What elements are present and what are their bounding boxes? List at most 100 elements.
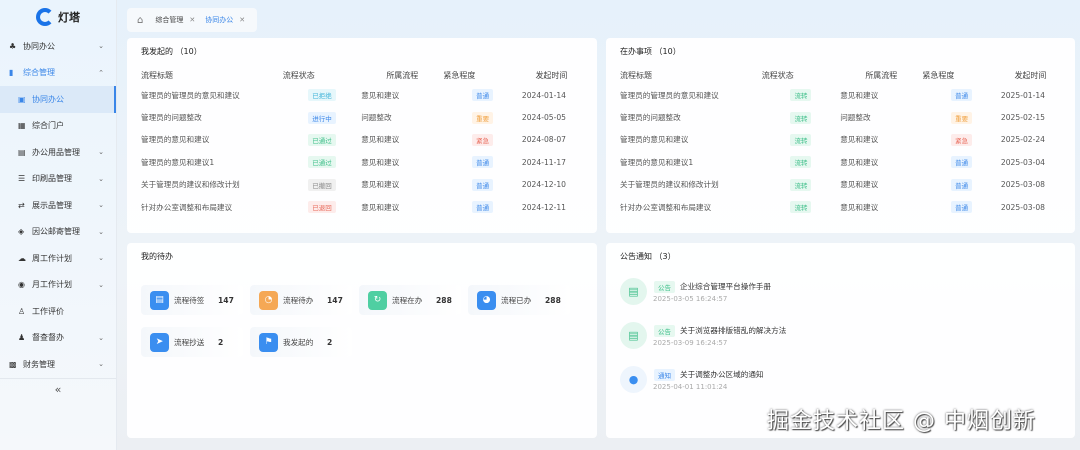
urgency-badge: 普通 [951, 178, 973, 191]
sidebar-item[interactable]: ☁ 周工作计划 ⌄ [0, 245, 116, 272]
table-row[interactable]: 针对办公室调整和布局建议 已退回 意见和建议 普通 2024-12-11 [141, 196, 581, 218]
todo-tile[interactable]: ▤ 流程待签 147 [141, 285, 243, 315]
status-badge: 已退回 [308, 201, 336, 214]
grid-icon: ▦ [18, 121, 26, 131]
table-row[interactable]: 管理员的意见和建议1 流转 意见和建议 普通 2025-03-04 [620, 151, 1060, 173]
todo-tile[interactable]: ◕ 流程已办 288 [468, 285, 570, 315]
table-row[interactable]: 管理员的意见和建议1 已通过 意见和建议 普通 2024-11-17 [141, 151, 581, 173]
table-row[interactable]: 管理员的意见和建议 流转 意见和建议 紧急 2025-02-24 [620, 129, 1060, 151]
todo-tile[interactable]: ◔ 流程待办 147 [250, 285, 352, 315]
sidebar-item-label: 月工作计划 [32, 280, 72, 290]
table-header: 流程标题 流程状态 所属流程 紧急程度 发起时间 [141, 66, 581, 84]
list-icon: ☰ [18, 174, 26, 184]
sidebar-item[interactable]: ♣ 协同办公 ⌄ [0, 33, 116, 60]
tab-comprehensive[interactable]: 综合管理 [155, 15, 183, 25]
chevron-icon: ⌄ [98, 42, 104, 51]
column-header: 流程标题 [141, 70, 173, 80]
table-row[interactable]: 管理员的管理员的意见和建议 流转 意见和建议 普通 2025-01-14 [620, 84, 1060, 106]
user-add-icon: ♟ [18, 333, 26, 343]
doc-icon: ▣ [18, 94, 26, 104]
home-icon[interactable]: ⌂ [137, 15, 143, 26]
table-row[interactable]: 针对办公室调整和布局建议 流转 意见和建议 普通 2025-03-08 [620, 196, 1060, 218]
tab-bar: ⌂ 综合管理 ✕ 协同办公 ✕ [127, 8, 257, 32]
sidebar-item[interactable]: ▮ 综合管理 ⌃ [0, 60, 116, 87]
wallet-icon: ▩ [9, 359, 17, 369]
column-header: 流程状态 [282, 70, 315, 80]
row-flow: 意见和建议 [840, 135, 879, 145]
tile-label: 流程抄送 [174, 337, 205, 347]
row-title[interactable]: 针对办公室调整和布局建议 [141, 196, 283, 218]
row-date: 2025-03-04 [1000, 157, 1046, 167]
app-name: 灯塔 [58, 10, 80, 24]
collapse-sidebar-button[interactable]: « [0, 377, 116, 400]
notice-title[interactable]: 关于调整办公区域的通知 [680, 369, 764, 380]
notice-title[interactable]: 企业综合管理平台操作手册 [680, 281, 771, 292]
swap-icon: ⇄ [18, 200, 25, 210]
close-icon[interactable]: ✕ [189, 16, 195, 24]
table-row[interactable]: 管理员的意见和建议 已通过 意见和建议 紧急 2024-08-07 [141, 129, 581, 151]
row-title[interactable]: 管理员的意见和建议 [620, 129, 762, 151]
flag-icon: ⚑ [259, 332, 278, 352]
user-icon: ♙ [18, 306, 26, 316]
row-date: 2025-02-24 [1000, 135, 1046, 145]
table-row[interactable]: 关于管理员的建议和修改计划 流转 意见和建议 普通 2025-03-08 [620, 174, 1060, 196]
sidebar-item-label: 印刷品管理 [32, 174, 72, 184]
table-row[interactable]: 管理员的问题整改 流转 问题整改 重要 2025-02-15 [620, 106, 1060, 128]
sidebar-item[interactable]: ▤ 办公用品管理 ⌄ [0, 139, 116, 166]
chevron-icon: ⌄ [98, 280, 104, 289]
sidebar-item-label: 协同办公 [32, 94, 64, 104]
row-title[interactable]: 针对办公室调整和布局建议 [620, 196, 762, 218]
close-icon[interactable]: ✕ [239, 16, 245, 24]
card-title: 公告通知 （3） [620, 252, 676, 261]
table-row[interactable]: 关于管理员的建议和修改计划 已撤回 意见和建议 普通 2024-12-10 [141, 174, 581, 196]
sidebar-item-label: 因公邮寄管理 [32, 227, 80, 237]
notice-title[interactable]: 关于浏览器排版错乱的解决方法 [680, 325, 786, 336]
tile-label: 我发起的 [283, 337, 314, 347]
row-title[interactable]: 关于管理员的建议和修改计划 [141, 174, 283, 196]
table-row[interactable]: 管理员的管理员的意见和建议 已拒绝 意见和建议 普通 2024-01-14 [141, 84, 581, 106]
sidebar-item[interactable]: ♙ 工作评价 [0, 298, 116, 325]
document-icon: ▤ [620, 278, 647, 305]
row-title[interactable]: 管理员的意见和建议1 [141, 151, 283, 173]
row-title[interactable]: 管理员的意见和建议 [141, 129, 283, 151]
column-header: 发起时间 [535, 70, 568, 80]
sidebar-item[interactable]: ◉ 月工作计划 ⌄ [0, 272, 116, 299]
sidebar-item[interactable]: ◈ 因公邮寄管理 ⌄ [0, 219, 116, 246]
row-title[interactable]: 管理员的意见和建议1 [620, 151, 762, 173]
check-clock-icon: ◕ [477, 290, 496, 310]
inprogress-table: 流程标题 流程状态 所属流程 紧急程度 发起时间 管理员的管理员的意见和建议 流转 意见和建议… [620, 66, 1060, 218]
notice-date: 2025-03-09 16:24:57 [653, 339, 728, 347]
row-title[interactable]: 管理员的管理员的意见和建议 [620, 84, 762, 106]
notice-item[interactable]: ▤ 公告 企业综合管理平台操作手册 2025-03-05 16:24:57 [620, 278, 1020, 318]
chevron-icon: ⌄ [98, 360, 104, 369]
watermark: 掘金技术社区 @ 中烟创新 [767, 409, 1036, 434]
row-title[interactable]: 管理员的问题整改 [141, 106, 283, 128]
todo-tile[interactable]: ↻ 流程在办 288 [359, 285, 461, 315]
row-date: 2024-12-11 [521, 202, 567, 212]
notice-item[interactable]: ▤ 公告 关于浏览器排版错乱的解决方法 2025-03-09 16:24:57 [620, 322, 1020, 362]
sidebar-item[interactable]: ☰ 印刷品管理 ⌄ [0, 166, 116, 193]
tile-count: 147 [327, 295, 343, 305]
todo-tile[interactable]: ⚑ 我发起的 2 [250, 327, 352, 357]
status-badge: 进行中 [308, 111, 336, 124]
status-badge: 流转 [790, 89, 812, 102]
tab-collab[interactable]: 协同办公 [205, 15, 233, 25]
column-header: 紧急程度 [922, 70, 955, 80]
column-header: 流程标题 [620, 70, 652, 80]
row-title[interactable]: 管理员的问题整改 [620, 106, 762, 128]
sidebar-item[interactable]: ♟ 督查督办 ⌄ [0, 325, 116, 352]
sidebar-item[interactable]: ▦ 综合门户 [0, 113, 116, 140]
row-title[interactable]: 管理员的管理员的意见和建议 [141, 84, 283, 106]
sidebar-item[interactable]: ▩ 财务管理 ⌄ [0, 351, 116, 378]
upload-cloud-icon: ☁ [18, 253, 26, 263]
todo-tile[interactable]: ➤ 流程抄送 2 [141, 327, 243, 357]
sidebar-item-label: 督查督办 [32, 333, 64, 343]
sidebar-item[interactable]: ⇄ 展示品管理 ⌄ [0, 192, 116, 219]
column-header: 流程状态 [761, 70, 794, 80]
notice-date: 2025-04-01 11:01:24 [653, 383, 728, 391]
row-title[interactable]: 关于管理员的建议和修改计划 [620, 174, 762, 196]
notice-item[interactable]: ● 通知 关于调整办公区域的通知 2025-04-01 11:01:24 [620, 366, 1020, 406]
column-header: 发起时间 [1014, 70, 1047, 80]
table-row[interactable]: 管理员的问题整改 进行中 问题整改 重要 2024-05-05 [141, 106, 581, 128]
sidebar-item[interactable]: ▣ 协同办公 [0, 86, 116, 113]
